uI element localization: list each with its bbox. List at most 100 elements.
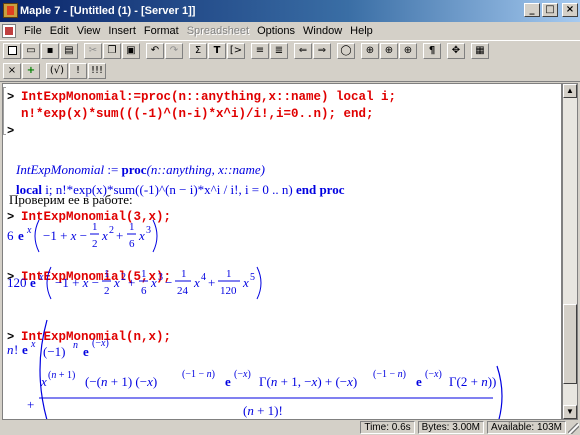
menu-file[interactable]: File [20,25,46,37]
menu-spreadsheet[interactable]: Spreadsheet [183,25,253,37]
svg-text:3: 3 [158,272,163,283]
svg-text:−: − [165,275,172,290]
print-icon[interactable]: ▤ [60,42,78,59]
redo-icon[interactable]: ↷ [165,42,183,59]
forward-arrow-icon[interactable]: ⇒ [313,42,331,59]
zoom-200-icon[interactable]: ⊕ [399,42,417,59]
svg-text:x: x [26,225,32,236]
svg-text:4: 4 [201,272,206,283]
svg-text:(−1 − n): (−1 − n) [182,369,215,380]
svg-text:+: + [208,275,215,290]
menu-options[interactable]: Options [253,25,299,37]
svg-text:120: 120 [220,285,237,297]
svg-text:120: 120 [7,275,27,290]
svg-text:(−x): (−x) [92,338,109,349]
paste-icon[interactable]: ▣ [122,42,140,59]
execute-button[interactable]: + [22,62,40,79]
svg-text:6: 6 [7,228,14,243]
back-arrow-icon[interactable]: ⇐ [294,42,312,59]
new-file-icon[interactable] [3,42,21,59]
svg-text:e: e [30,275,36,290]
svg-text:(−1): (−1) [43,344,66,359]
svg-text:e: e [22,342,28,357]
outdent-icon[interactable]: ≣ [270,42,288,59]
zoom-100-icon[interactable]: ⊕ [361,42,379,59]
scroll-up-icon[interactable]: ▲ [563,84,577,98]
title-bar: Maple 7 - [Untitled (1) - [Server 1]] _ … [0,0,580,22]
svg-text:1: 1 [129,221,135,233]
svg-text:x: x [150,275,157,290]
svg-text:6: 6 [141,285,147,297]
svg-text:Γ(2 + n)): Γ(2 + n)) [449,374,496,389]
paragraph-icon[interactable]: ¶ [423,42,441,59]
toggle-input-button[interactable]: (√) [46,62,68,79]
svg-text:5: 5 [250,272,255,283]
svg-text:e: e [225,374,231,389]
svg-text:x: x [40,374,47,389]
open-file-icon[interactable]: ▭ [22,42,40,59]
menu-format[interactable]: Format [140,25,183,37]
insert-prompt-icon[interactable]: [> [227,42,245,59]
resize-grip-icon[interactable] [568,423,579,434]
output-monomial-3: 6 e x −1 + x − 12 x2 + 16 x3 [7,219,158,253]
svg-text:e: e [83,344,89,359]
svg-text:(n + 1): (n + 1) [48,370,75,381]
minimize-button[interactable]: _ [524,3,540,17]
svg-text:(−x): (−x) [425,369,442,380]
svg-text:(−(n + 1) (−x): (−(n + 1) (−x) [85,374,157,389]
output-monomial-5: 120 e x −1 + x − 12 x2 + 16 x3 − 124 x4 … [7,266,262,300]
menu-edit[interactable]: Edit [46,25,73,37]
maximize-button[interactable]: □ [542,3,558,17]
svg-text:24: 24 [177,285,189,297]
svg-text:(n + 1)!: (n + 1)! [243,403,283,418]
svg-text:x: x [38,272,44,283]
svg-text:1: 1 [104,268,110,280]
undo-icon[interactable]: ↶ [146,42,164,59]
svg-text:2: 2 [104,285,110,297]
svg-text:x: x [138,228,145,243]
svg-text:+: + [128,275,135,290]
document-icon[interactable] [2,24,16,38]
status-bar: Time: 0.6s Bytes: 3.00M Available: 103M [0,420,580,435]
math-output: 6 e x −1 + x − 12 x2 + 16 x3 120 e x −1 … [7,219,503,419]
status-time: Time: 0.6s [360,421,415,434]
vertical-scrollbar[interactable]: ▲ ▼ [562,83,578,420]
menu-help[interactable]: Help [346,25,377,37]
zoom-150-icon[interactable]: ⊕ [380,42,398,59]
context-toolbar: × + (√) ! !!! [0,60,580,82]
expand-sections-icon[interactable]: ✥ [447,42,465,59]
svg-text:e: e [18,228,24,243]
close-button[interactable]: × [562,3,578,17]
stop-computation-button[interactable]: × [3,62,21,79]
execute-all-button[interactable]: !!! [88,62,106,79]
save-icon[interactable]: ▪ [41,42,59,59]
menu-window[interactable]: Window [299,25,346,37]
indent-icon[interactable]: ≡ [251,42,269,59]
cut-icon[interactable]: ✂ [84,42,102,59]
stop-icon[interactable]: ◯ [337,42,355,59]
svg-text:x: x [30,339,36,350]
svg-text:2: 2 [109,225,114,236]
worksheet[interactable]: > IntExpMonomial:=proc(n::anything,x::na… [2,83,562,420]
svg-text:x: x [193,275,200,290]
menu-view[interactable]: View [73,25,105,37]
svg-text:6: 6 [129,238,135,250]
status-bytes: Bytes: 3.00M [417,421,485,434]
menu-insert[interactable]: Insert [104,25,140,37]
svg-text:2: 2 [121,272,126,283]
svg-text:+: + [116,228,123,243]
scroll-thumb[interactable] [563,304,577,384]
math-mode-icon[interactable]: Σ [189,42,207,59]
maple-app-icon[interactable] [3,3,18,18]
svg-text:−1 + x −: −1 + x − [55,275,99,290]
svg-text:3: 3 [146,225,151,236]
main-toolbar: ▭ ▪ ▤ ✂ ❐ ▣ ↶ ↷ Σ T [> ≡ ≣ ⇐ ⇒ ◯ ⊕ ⊕ ⊕ ¶… [0,40,580,60]
svg-text:x: x [113,275,120,290]
scroll-down-icon[interactable]: ▼ [563,405,577,419]
execute-group-button[interactable]: ! [69,62,87,79]
restart-icon[interactable]: ▦ [471,42,489,59]
menu-bar: File Edit View Insert Format Spreadsheet… [0,22,580,40]
copy-icon[interactable]: ❐ [103,42,121,59]
svg-text:x: x [242,275,249,290]
text-mode-icon[interactable]: T [208,42,226,59]
